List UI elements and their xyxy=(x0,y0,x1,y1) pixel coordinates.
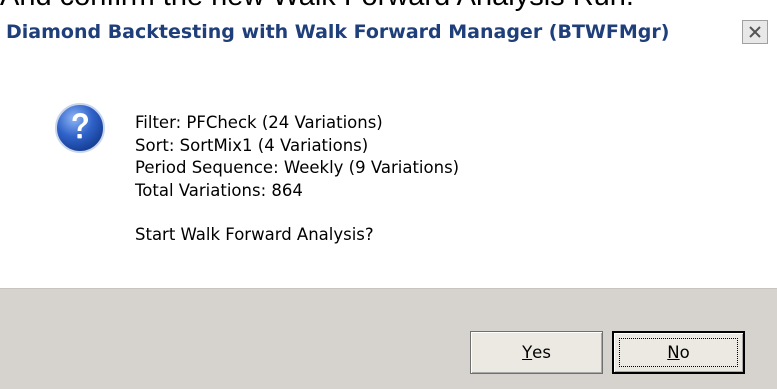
yes-button-label: es xyxy=(532,343,551,362)
dialog-title: Diamond Backtesting with Walk Forward Ma… xyxy=(6,21,670,43)
dialog-content: Filter: PFCheck (24 Variations) Sort: So… xyxy=(0,52,777,288)
button-bar: Yes No xyxy=(0,288,777,389)
message-dialog: Diamond Backtesting with Walk Forward Ma… xyxy=(0,14,777,389)
no-button-accelerator: N xyxy=(667,343,680,362)
message-spacer xyxy=(135,202,459,224)
question-icon xyxy=(55,103,105,153)
yes-button[interactable]: Yes xyxy=(470,331,603,374)
tutorial-caption: And confirm the new Walk Forward Analysi… xyxy=(0,0,777,14)
yes-button-accelerator: Y xyxy=(522,343,533,362)
title-bar[interactable]: Diamond Backtesting with Walk Forward Ma… xyxy=(0,14,777,52)
close-button[interactable] xyxy=(742,20,768,44)
close-icon xyxy=(749,26,761,38)
message-question: Start Walk Forward Analysis? xyxy=(135,225,374,244)
dialog-message: Filter: PFCheck (24 Variations) Sort: So… xyxy=(135,112,459,247)
no-button[interactable]: No xyxy=(612,331,745,374)
no-button-label: o xyxy=(679,343,690,362)
message-line-total-variations: Total Variations: 864 xyxy=(135,180,303,200)
message-line-sort: Sort: SortMix1 (4 Variations) xyxy=(135,135,369,155)
message-line-filter: Filter: PFCheck (24 Variations) xyxy=(135,113,383,132)
message-line-period-sequence: Period Sequence: Weekly (9 Variations) xyxy=(135,158,460,177)
